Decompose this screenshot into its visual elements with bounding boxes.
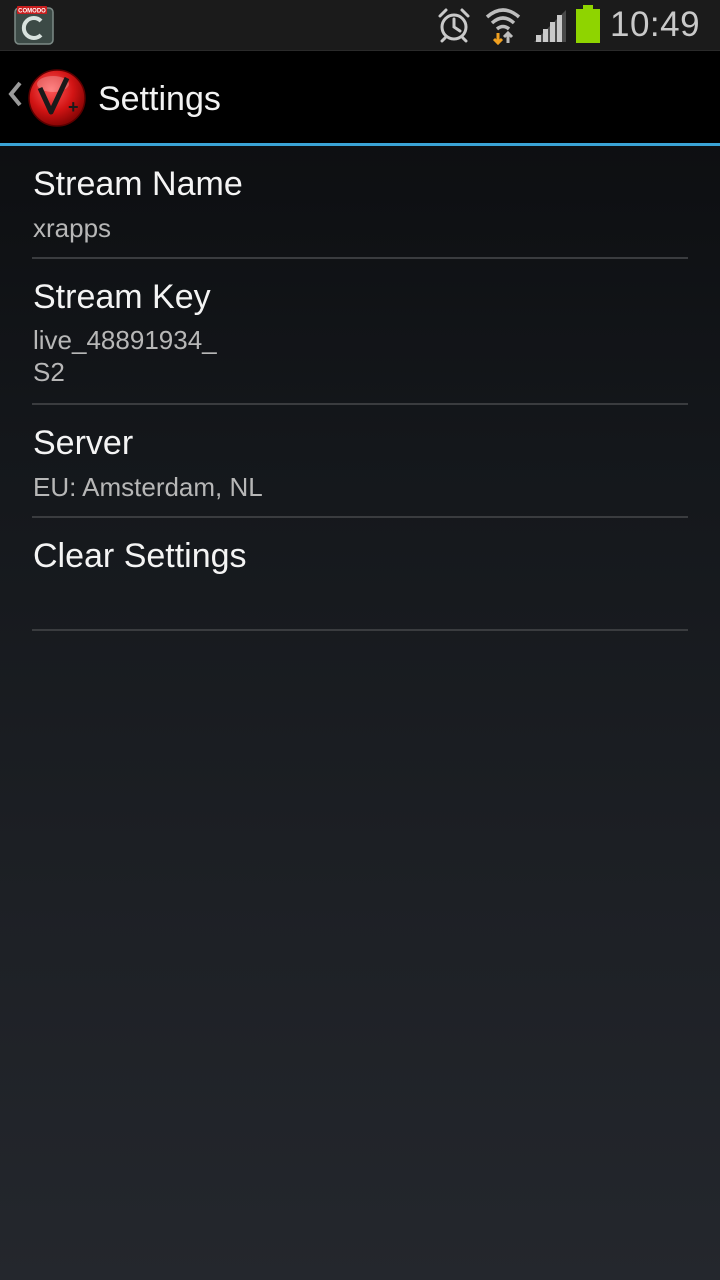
pref-server[interactable]: Server EU: Amsterdam, NL xyxy=(32,405,688,518)
pref-title: Stream Name xyxy=(33,165,243,203)
pref-title: Server xyxy=(33,424,134,462)
pref-title: Stream Key xyxy=(33,278,211,316)
pref-stream-name[interactable]: Stream Name xrapps xyxy=(32,146,688,259)
svg-text:COMODO: COMODO xyxy=(18,9,46,15)
alarm-icon xyxy=(438,8,470,43)
page-title: Settings xyxy=(98,80,221,118)
app-logo-icon[interactable]: + xyxy=(27,68,87,128)
pref-summary: xrapps xyxy=(33,213,112,243)
status-bar: COMODO 10:49 xyxy=(0,0,720,51)
battery-icon xyxy=(576,5,600,43)
preference-list: Stream Name xrapps Stream Key live_48891… xyxy=(0,146,720,631)
status-clock: 10:49 xyxy=(610,5,701,44)
svg-text:+: + xyxy=(68,97,79,117)
comodo-icon[interactable]: COMODO xyxy=(14,5,54,45)
pref-clear-settings[interactable]: Clear Settings xyxy=(32,518,688,631)
settings-screen: COMODO 10:49 + Settings Stream Name xrap… xyxy=(0,0,720,1280)
pref-title: Clear Settings xyxy=(33,537,247,575)
pref-summary: EU: Amsterdam, NL xyxy=(33,472,263,502)
pref-summary: live_48891934_ S2 xyxy=(33,325,217,387)
back-caret-icon[interactable] xyxy=(6,79,24,109)
wifi-icon xyxy=(485,8,521,45)
signal-icon xyxy=(534,10,566,42)
action-bar: + Settings xyxy=(0,51,720,143)
pref-stream-key[interactable]: Stream Key live_48891934_ S2 xyxy=(32,259,688,405)
